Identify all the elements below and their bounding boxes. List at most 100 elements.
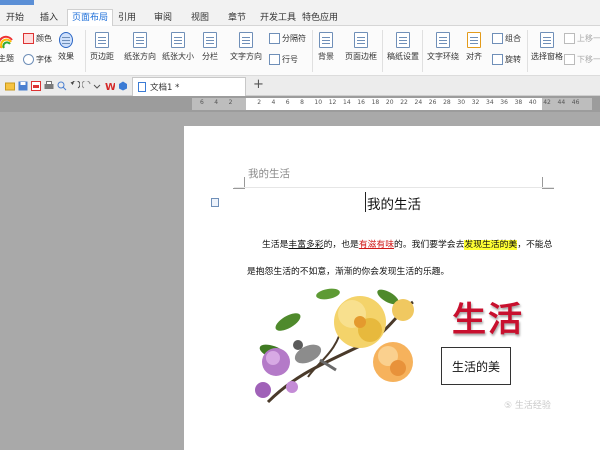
pdf-icon[interactable] bbox=[31, 81, 41, 91]
watermark: ⑤ 生活经验 bbox=[504, 401, 551, 411]
document-title[interactable]: 我的生活 bbox=[367, 193, 421, 213]
purple-peony bbox=[255, 348, 298, 398]
effect-icon bbox=[59, 32, 73, 48]
ruler-tick: 22 bbox=[400, 99, 408, 106]
ribbon-separator bbox=[85, 30, 86, 72]
orientation-button[interactable]: 纸张方向 bbox=[124, 32, 156, 62]
print-icon[interactable] bbox=[44, 81, 54, 91]
ribbon-separator bbox=[527, 30, 528, 72]
send-backward-icon bbox=[564, 54, 575, 65]
ruler-tick: 6 bbox=[200, 99, 204, 106]
ruler-tick: 26 bbox=[428, 99, 437, 106]
background-button[interactable]: 背景 bbox=[318, 32, 334, 62]
tab-page-layout[interactable]: 页面布局 bbox=[67, 9, 114, 27]
ribbon: 主题 颜色 字体 效果 页边距 纸张方向 纸张大小 分栏 文字方向 分隔符 行号… bbox=[0, 26, 600, 76]
ruler-tick: 24 bbox=[414, 99, 423, 106]
ribbon-separator bbox=[422, 30, 423, 72]
ruler-tick: 4 bbox=[214, 99, 219, 106]
selection-pane-button[interactable]: 选择窗格 bbox=[531, 32, 563, 62]
preview-icon[interactable] bbox=[57, 81, 67, 91]
svg-text:W: W bbox=[105, 82, 115, 91]
background-icon bbox=[319, 32, 333, 48]
app-accent-strip bbox=[0, 0, 34, 5]
body-paragraph-line-1[interactable]: 生活是丰富多彩的，也是有滋有味的。我们要学会去发现生活的美，不能总 bbox=[262, 237, 552, 250]
line-number-icon bbox=[269, 54, 280, 65]
font-button[interactable]: 字体 bbox=[23, 54, 52, 65]
margin-button[interactable]: 页边距 bbox=[90, 32, 114, 62]
tab-view[interactable]: 视图 bbox=[187, 11, 213, 26]
manuscript-icon bbox=[396, 32, 410, 48]
document-tab[interactable]: 文档1 * bbox=[132, 77, 246, 96]
send-backward-button[interactable]: 下移一 bbox=[564, 54, 600, 65]
group-button[interactable]: 组合 bbox=[492, 33, 521, 44]
rotate-icon bbox=[492, 54, 503, 65]
body-paragraph-line-2[interactable]: 是抱怨生活的不如意，渐渐的你会发现生活的乐趣。 bbox=[247, 264, 449, 277]
ruler-tick: 34 bbox=[486, 99, 494, 106]
color-button[interactable]: 颜色 bbox=[23, 33, 52, 44]
new-tab-button[interactable]: + bbox=[253, 77, 264, 92]
ribbon-separator bbox=[312, 30, 313, 72]
menu-bar: 开始 插入 页面布局 引用 审阅 视图 章节 开发工具 特色应用 bbox=[0, 0, 600, 27]
palette-icon bbox=[23, 33, 34, 44]
rotate-button[interactable]: 旋转 bbox=[492, 54, 521, 65]
text-box[interactable]: 生活的美 bbox=[441, 347, 511, 385]
bring-forward-button[interactable]: 上移一 bbox=[564, 33, 600, 44]
red-underlined-text: 有滋有味 bbox=[358, 240, 395, 250]
tab-special[interactable]: 特色应用 bbox=[298, 11, 342, 26]
line-number-button[interactable]: 行号 bbox=[269, 54, 298, 65]
wordart-text[interactable]: 生活 bbox=[452, 292, 524, 341]
ruler-tick: 32 bbox=[471, 99, 480, 106]
yellow-peony-small bbox=[392, 299, 414, 321]
paragraph-layout-icon[interactable] bbox=[211, 198, 219, 207]
columns-button[interactable]: 分栏 bbox=[202, 32, 218, 62]
orientation-icon bbox=[133, 32, 147, 48]
tab-developer[interactable]: 开发工具 bbox=[256, 11, 300, 26]
orange-peony bbox=[373, 342, 413, 382]
manuscript-button[interactable]: 稿纸设置 bbox=[387, 32, 419, 62]
horizontal-ruler[interactable]: 6 4 2 2 4 6 8 10 12 14 16 18 20 22 24 26 28 30 32 34 36 38 40 4… bbox=[192, 98, 592, 110]
document-tab-bar: W 文档1 * + bbox=[0, 76, 600, 96]
ruler-tick: 20 bbox=[385, 99, 394, 106]
tab-chapter[interactable]: 章节 bbox=[224, 11, 250, 26]
folder-icon[interactable] bbox=[5, 81, 15, 91]
ruler-tick: 6 bbox=[285, 99, 290, 106]
ruler-tick: 12 bbox=[328, 99, 337, 106]
ruler-tick: 8 bbox=[300, 99, 304, 106]
page-border-button[interactable]: 页面边框 bbox=[345, 32, 377, 62]
tab-home[interactable]: 开始 bbox=[2, 11, 28, 26]
document-icon bbox=[138, 82, 146, 92]
text-direction-button[interactable]: 文字方向 bbox=[230, 32, 262, 62]
bring-forward-icon bbox=[564, 33, 575, 44]
paper-size-button[interactable]: 纸张大小 bbox=[162, 32, 194, 62]
underlined-text: 丰富多彩 bbox=[288, 240, 324, 250]
rainbow-icon bbox=[0, 35, 13, 49]
redo-icon[interactable] bbox=[82, 81, 92, 91]
selection-pane-icon bbox=[540, 32, 554, 48]
ruler-tick: 36 bbox=[500, 99, 508, 106]
tab-review[interactable]: 审阅 bbox=[150, 11, 176, 26]
effect-button[interactable]: 效果 bbox=[58, 32, 74, 62]
ruler-tick: 42 bbox=[543, 99, 551, 106]
page-header-text[interactable]: 我的生活 bbox=[248, 166, 290, 181]
save-icon[interactable] bbox=[18, 81, 28, 91]
undo-icon[interactable] bbox=[70, 81, 80, 91]
chevron-down-icon[interactable] bbox=[92, 81, 102, 91]
theme-button[interactable]: 主题 bbox=[0, 34, 14, 64]
ruler-tick: 10 bbox=[314, 99, 323, 106]
tab-references[interactable]: 引用 bbox=[114, 11, 140, 26]
text-wrap-button[interactable]: 文字环绕 bbox=[427, 32, 459, 62]
cloud-box-icon[interactable] bbox=[118, 81, 128, 91]
peony-bird-picture[interactable] bbox=[248, 282, 420, 412]
tab-insert[interactable]: 插入 bbox=[36, 11, 62, 26]
ribbon-separator bbox=[382, 30, 383, 72]
wps-logo-icon[interactable]: W bbox=[105, 81, 115, 91]
bird bbox=[293, 340, 337, 372]
paper-size-icon bbox=[171, 32, 185, 48]
group-icon bbox=[492, 33, 503, 44]
ruler-tick: 46 bbox=[571, 99, 580, 106]
ruler-tick: 2 bbox=[228, 99, 233, 106]
align-button[interactable]: 对齐 bbox=[466, 32, 482, 62]
separator-button[interactable]: 分隔符 bbox=[269, 33, 306, 44]
columns-icon bbox=[203, 32, 217, 48]
ruler-text-area bbox=[246, 98, 542, 110]
